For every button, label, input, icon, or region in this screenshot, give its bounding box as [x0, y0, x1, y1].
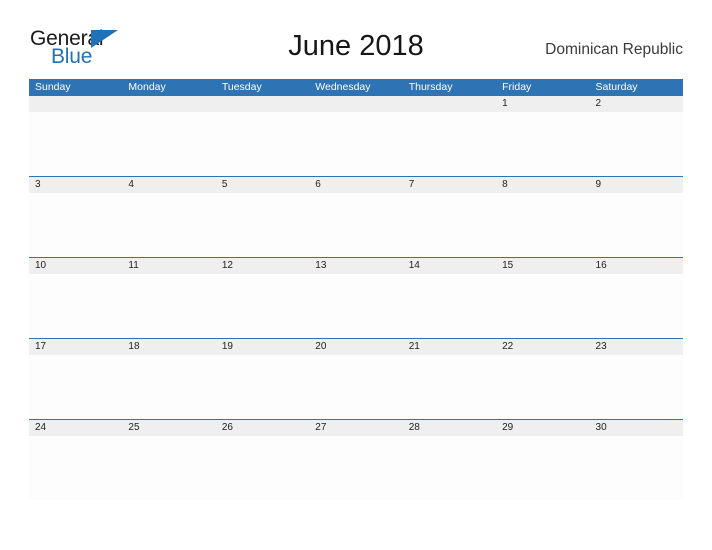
day-note-area[interactable] — [496, 436, 589, 500]
day-note-area[interactable] — [309, 436, 402, 500]
day-cell[interactable]: 2 — [590, 96, 683, 112]
day-cell[interactable]: 16 — [590, 258, 683, 274]
day-note-area[interactable] — [216, 112, 309, 176]
week-row: 17 18 19 20 21 22 23 — [29, 338, 683, 419]
day-note-area[interactable] — [309, 112, 402, 176]
day-note-area[interactable] — [309, 355, 402, 419]
day-cell[interactable]: 30 — [590, 420, 683, 436]
day-note-area[interactable] — [216, 355, 309, 419]
week-row: 24 25 26 27 28 29 30 — [29, 419, 683, 500]
day-note-area[interactable] — [122, 274, 215, 338]
day-note-area[interactable] — [122, 193, 215, 257]
week-body-row — [29, 274, 683, 338]
day-note-area[interactable] — [590, 193, 683, 257]
week-body-row — [29, 355, 683, 419]
day-note-area[interactable] — [216, 193, 309, 257]
week-date-band: 1 2 — [29, 96, 683, 112]
week-body-row — [29, 112, 683, 176]
day-cell[interactable]: 19 — [216, 339, 309, 355]
day-cell[interactable]: 9 — [590, 177, 683, 193]
day-cell[interactable]: 13 — [309, 258, 402, 274]
day-cell[interactable]: 7 — [403, 177, 496, 193]
day-cell[interactable]: 25 — [122, 420, 215, 436]
calendar-page: General Blue June 2018 Dominican Republi… — [0, 0, 712, 550]
day-note-area[interactable] — [403, 274, 496, 338]
day-note-area[interactable] — [590, 274, 683, 338]
day-note-area[interactable] — [29, 355, 122, 419]
day-note-area[interactable] — [216, 436, 309, 500]
day-note-area[interactable] — [309, 274, 402, 338]
day-cell[interactable]: 24 — [29, 420, 122, 436]
weekday-sunday: Sunday — [35, 81, 71, 93]
week-body-row — [29, 436, 683, 500]
day-cell[interactable]: 3 — [29, 177, 122, 193]
day-note-area[interactable] — [496, 112, 589, 176]
week-date-band: 3 4 5 6 7 8 9 — [29, 176, 683, 193]
day-cell[interactable]: 20 — [309, 339, 402, 355]
day-cell[interactable]: 14 — [403, 258, 496, 274]
day-cell[interactable] — [309, 96, 402, 112]
calendar-grid: Sunday Monday Tuesday Wednesday Thursday… — [29, 79, 683, 500]
day-note-area[interactable] — [403, 193, 496, 257]
day-cell[interactable] — [29, 96, 122, 112]
day-note-area[interactable] — [496, 355, 589, 419]
day-note-area[interactable] — [403, 112, 496, 176]
day-cell[interactable]: 5 — [216, 177, 309, 193]
week-row: 10 11 12 13 14 15 16 — [29, 257, 683, 338]
day-note-area[interactable] — [309, 193, 402, 257]
day-cell[interactable]: 12 — [216, 258, 309, 274]
week-date-band: 24 25 26 27 28 29 30 — [29, 419, 683, 436]
day-cell[interactable]: 1 — [496, 96, 589, 112]
day-note-area[interactable] — [216, 274, 309, 338]
week-row: 1 2 — [29, 96, 683, 176]
day-cell[interactable]: 28 — [403, 420, 496, 436]
country-label: Dominican Republic — [545, 41, 683, 58]
week-date-band: 10 11 12 13 14 15 16 — [29, 257, 683, 274]
day-cell[interactable]: 17 — [29, 339, 122, 355]
day-note-area[interactable] — [29, 274, 122, 338]
weekday-header-row: Sunday Monday Tuesday Wednesday Thursday… — [29, 79, 683, 96]
day-cell[interactable]: 23 — [590, 339, 683, 355]
weekday-tuesday: Tuesday — [221, 81, 262, 93]
day-cell[interactable]: 6 — [309, 177, 402, 193]
day-cell[interactable]: 4 — [122, 177, 215, 193]
week-row: 3 4 5 6 7 8 9 — [29, 176, 683, 257]
weekday-thursday: Thursday — [408, 81, 453, 93]
day-note-area[interactable] — [29, 193, 122, 257]
day-cell[interactable]: 8 — [496, 177, 589, 193]
day-note-area[interactable] — [403, 436, 496, 500]
day-note-area[interactable] — [590, 112, 683, 176]
weekday-monday: Monday — [128, 81, 166, 93]
day-note-area[interactable] — [403, 355, 496, 419]
day-cell[interactable] — [216, 96, 309, 112]
day-cell[interactable]: 22 — [496, 339, 589, 355]
page-header: General Blue June 2018 Dominican Republi… — [29, 24, 683, 72]
day-cell[interactable]: 15 — [496, 258, 589, 274]
day-cell[interactable]: 10 — [29, 258, 122, 274]
day-note-area[interactable] — [29, 436, 122, 500]
day-cell[interactable]: 11 — [122, 258, 215, 274]
day-cell[interactable]: 21 — [403, 339, 496, 355]
day-note-area[interactable] — [496, 193, 589, 257]
day-note-area[interactable] — [122, 436, 215, 500]
day-cell[interactable]: 18 — [122, 339, 215, 355]
day-cell[interactable] — [122, 96, 215, 112]
weekday-friday: Friday — [502, 81, 532, 93]
week-body-row — [29, 193, 683, 257]
day-note-area[interactable] — [590, 436, 683, 500]
day-note-area[interactable] — [122, 355, 215, 419]
day-note-area[interactable] — [496, 274, 589, 338]
day-cell[interactable]: 26 — [216, 420, 309, 436]
week-date-band: 17 18 19 20 21 22 23 — [29, 338, 683, 355]
weekday-wednesday: Wednesday — [315, 81, 371, 93]
day-note-area[interactable] — [122, 112, 215, 176]
day-cell[interactable]: 29 — [496, 420, 589, 436]
day-note-area[interactable] — [590, 355, 683, 419]
day-note-area[interactable] — [29, 112, 122, 176]
weekday-saturday: Saturday — [595, 81, 638, 93]
day-cell[interactable] — [403, 96, 496, 112]
day-cell[interactable]: 27 — [309, 420, 402, 436]
